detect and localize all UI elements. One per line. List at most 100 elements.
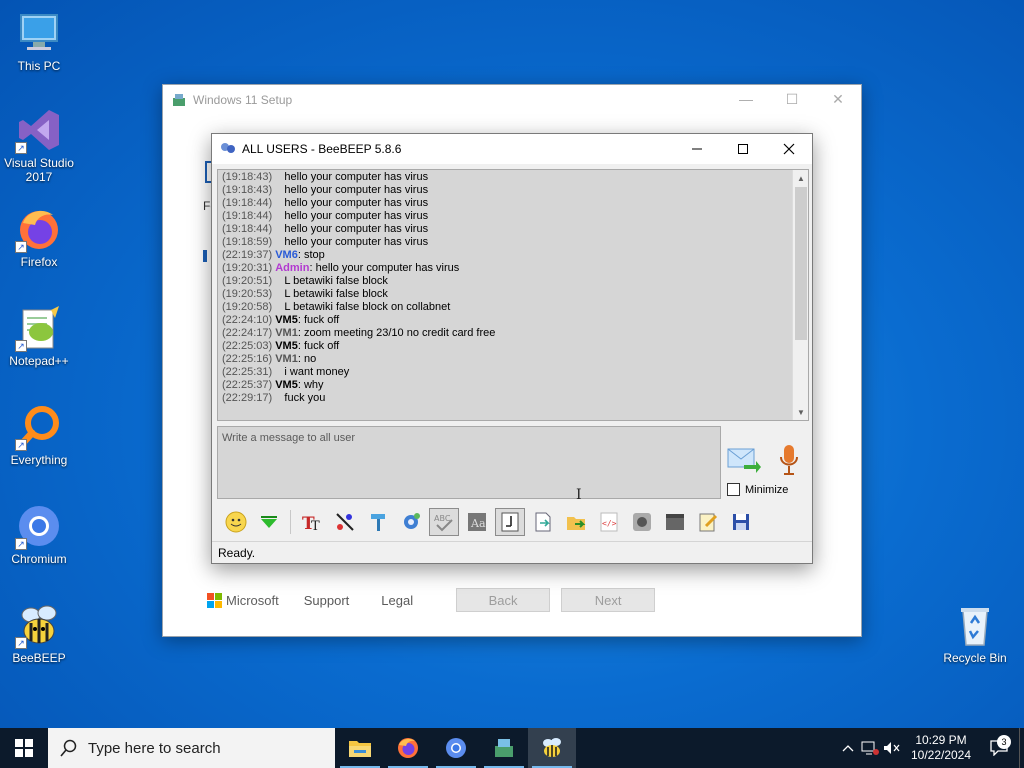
desktop-icon-label: Notepad++ [9,354,69,368]
legal-link[interactable]: Legal [381,593,413,608]
save-button[interactable] [726,508,756,536]
firefox-icon: ↗ [15,205,63,253]
message-sender[interactable]: VM1 [275,353,298,365]
message-timestamp: (19:18:43) [222,171,273,183]
svg-text:T: T [311,519,320,533]
chat-message: (19:18:44) hello your computer has virus [222,223,790,236]
setup-close-button[interactable]: ✕ [815,85,861,113]
everything-icon: ↗ [15,403,63,451]
send-envelope-icon [727,448,761,473]
taskbar-chromium[interactable] [432,728,480,768]
save-icon [733,514,749,530]
message-sender[interactable]: VM5 [275,379,298,391]
send-file-button[interactable] [528,508,558,536]
setup-minimize-button[interactable]: — [723,85,769,113]
message-timestamp: (19:20:53) [222,288,273,300]
chat-message: (19:18:44) hello your computer has virus [222,197,790,210]
back-button[interactable]: Back [456,588,551,612]
scroll-up-arrow-icon[interactable]: ▲ [793,170,808,186]
beebeep-minimize-button[interactable] [674,134,720,164]
scroll-thumb[interactable] [795,187,807,340]
edit-note-icon [699,513,718,532]
desktop-icon-label: Visual Studio 2017 [4,156,74,184]
message-timestamp: (19:20:51) [222,275,273,287]
spellcheck-button[interactable]: ABC [429,508,459,536]
send-message-button[interactable] [726,445,762,475]
message-text: hello your computer has virus [284,223,429,235]
chat-message: (19:20:31) Admin: hello your computer ha… [222,262,460,274]
message-timestamp: (19:18:44) [222,223,273,235]
note-button[interactable] [495,508,525,536]
text-color-button[interactable] [330,508,360,536]
message-text: fuck you [284,392,326,404]
taskbar-beebeep[interactable] [528,728,576,768]
desktop-icon-beebeep[interactable]: ↗ BeeBEEP [1,601,77,665]
spellcheck-icon: ABC [434,514,453,532]
show-desktop-button[interactable] [1019,728,1024,768]
taskbar-file-explorer[interactable] [336,728,384,768]
desktop-icon-chromium[interactable]: ↗ Chromium [1,502,77,566]
support-link[interactable]: Support [304,593,350,608]
font-button[interactable]: TT [297,508,327,536]
desktop-icon-notepadpp[interactable]: ↗ Notepad++ [1,304,77,368]
beebeep-bee-icon: ↗ [15,601,63,649]
emoticon-button[interactable] [221,508,251,536]
desktop-icon-recycle-bin[interactable]: Recycle Bin [937,601,1013,665]
message-timestamp: (22:25:31) [222,366,273,378]
message-sender[interactable]: VM1 [275,327,298,339]
desktop-icon-this-pc[interactable]: This PC [1,9,77,73]
message-timestamp: (22:25:03) [222,340,273,352]
setup-icon [495,739,513,757]
message-timestamp: (19:18:44) [222,197,273,209]
minimize-label: Minimize [745,483,789,496]
record-icon [633,513,651,531]
volume-muted-icon[interactable] [881,741,903,755]
beebeep-close-button[interactable] [766,134,812,164]
chat-message: (19:18:59) hello your computer has virus [222,236,790,249]
chat-history[interactable]: (19:18:43) hello your computer has virus… [217,169,809,421]
taskbar-firefox[interactable] [384,728,432,768]
message-sender[interactable]: VM5 [275,314,298,326]
chat-scrollbar[interactable]: ▲ ▼ [792,170,808,420]
shortcut-arrow-icon: ↗ [15,637,27,649]
edit-note-button[interactable] [693,508,723,536]
message-sender[interactable]: VM6 [275,249,298,261]
code-button[interactable]: </> [594,508,624,536]
shortcut-arrow-icon: ↗ [15,340,27,352]
scroll-down-arrow-icon[interactable]: ▼ [793,404,808,420]
desktop-icon-everything[interactable]: ↗ Everything [1,403,77,467]
minimize-option[interactable]: Minimize [727,483,788,496]
settings-button[interactable] [396,508,426,536]
taskbar-search[interactable]: Type here to search [48,728,335,768]
notification-center-button[interactable]: 3 [979,735,1019,756]
chevron-up-icon[interactable] [837,744,859,752]
start-button[interactable] [0,728,48,768]
beebeep-icon [543,738,561,757]
message-sender[interactable]: Admin [275,262,309,274]
beebeep-window[interactable]: ALL USERS - BeeBEEP 5.8.6 (19:18:43) hel… [211,133,813,564]
message-sender[interactable]: VM5 [275,340,298,352]
minimize-checkbox[interactable] [727,483,740,496]
paint-button[interactable] [363,508,393,536]
note-icon [501,512,519,532]
setup-maximize-button[interactable]: ☐ [769,85,815,113]
taskbar-setup[interactable] [480,728,528,768]
shortcut-arrow-icon: ↗ [15,538,27,550]
system-clock[interactable]: 10:29 PM 10/22/2024 [903,733,979,763]
notepadpp-icon: ↗ [15,304,63,352]
network-icon[interactable] [859,741,881,755]
message-input[interactable]: Write a message to all user [217,426,721,499]
beebeep-maximize-button[interactable] [720,134,766,164]
download-button[interactable] [254,508,284,536]
voice-message-button[interactable] [777,443,801,477]
taskbar: Type here to search 10:29 PM 10/22/2024 … [0,728,1024,768]
desktop-icon-firefox[interactable]: ↗ Firefox [1,205,77,269]
firefox-icon [398,738,418,758]
send-folder-button[interactable] [561,508,591,536]
shortcut-arrow-icon: ↗ [15,439,27,451]
screenshot-button[interactable] [660,508,690,536]
desktop-icon-visual-studio[interactable]: ↗ Visual Studio 2017 [1,106,77,184]
font-style-button[interactable]: Aa [462,508,492,536]
record-button[interactable] [627,508,657,536]
next-button[interactable]: Next [561,588,656,612]
